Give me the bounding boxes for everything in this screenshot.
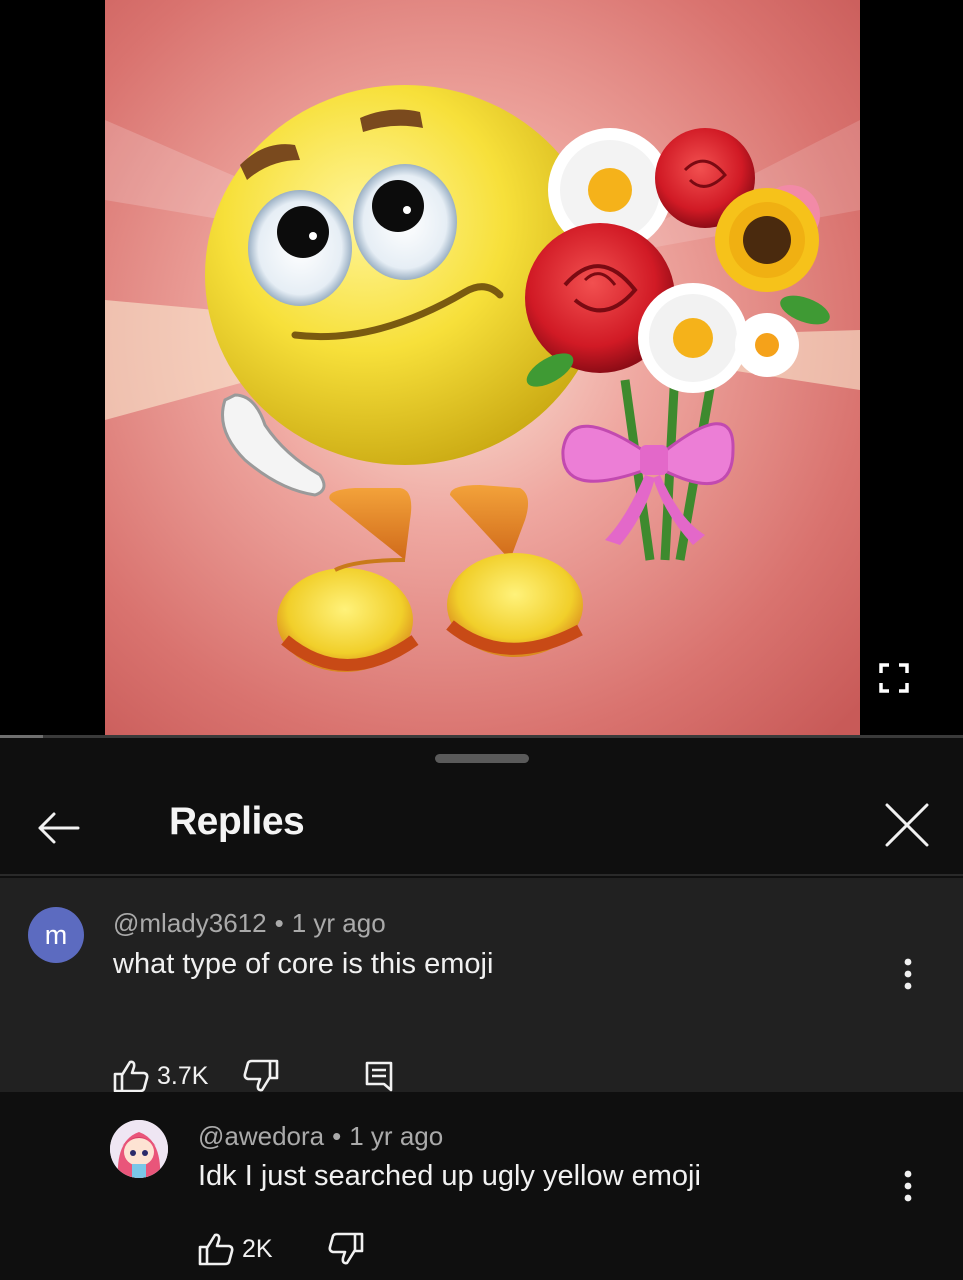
thumbs-down-icon — [328, 1232, 364, 1265]
comment-author[interactable]: @mlady3612 — [113, 908, 267, 938]
meta-separator: • — [332, 1121, 342, 1151]
sheet-title: Replies — [169, 800, 305, 843]
close-button[interactable] — [876, 794, 938, 856]
avatar[interactable] — [110, 1120, 168, 1178]
thumbs-up-icon — [113, 1060, 149, 1093]
comment-time: 1 yr ago — [291, 908, 386, 938]
reply-time: 1 yr ago — [349, 1121, 444, 1151]
reply-text: Idk I just searched up ugly yellow emoji — [198, 1160, 701, 1192]
reply-comment: @awedora • 1 yr ago Idk I just searched up… — [0, 1092, 963, 1280]
dislike-button[interactable] — [243, 1059, 279, 1093]
comment-more-button[interactable] — [888, 944, 928, 1004]
back-button[interactable] — [28, 798, 88, 858]
video-player[interactable] — [0, 0, 963, 738]
anime-avatar-image — [110, 1120, 168, 1178]
reply-more-button[interactable] — [888, 1156, 928, 1216]
comment-meta: @mlady3612 • 1 yr ago — [113, 908, 386, 939]
close-icon — [885, 803, 929, 847]
meta-separator: • — [274, 908, 284, 938]
comment-text: what type of core is this emoji — [113, 948, 494, 980]
more-vert-icon — [904, 1170, 912, 1202]
drag-handle[interactable] — [435, 754, 529, 763]
arrow-left-icon — [38, 812, 80, 844]
thumbs-down-icon — [243, 1059, 279, 1092]
sheet-header: Replies — [0, 778, 963, 876]
like-count: 2K — [242, 1234, 273, 1263]
like-count: 3.7K — [157, 1061, 209, 1090]
replies-sheet: Replies m @mlady3612 • 1 yr ago what type … — [0, 738, 963, 1280]
reply-icon — [365, 1061, 393, 1092]
like-button[interactable]: 2K — [198, 1232, 273, 1266]
dislike-button[interactable] — [328, 1232, 364, 1266]
like-button[interactable]: 3.7K — [113, 1059, 208, 1093]
emoji-flowers-image — [105, 0, 860, 737]
avatar[interactable]: m — [28, 907, 84, 963]
more-vert-icon — [904, 958, 912, 990]
fullscreen-button[interactable] — [872, 656, 916, 700]
fullscreen-icon — [879, 663, 909, 693]
parent-comment: m @mlady3612 • 1 yr ago what type of core … — [0, 878, 963, 1093]
thumbs-up-icon — [198, 1233, 234, 1266]
video-frame — [105, 0, 860, 737]
reply-meta: @awedora • 1 yr ago — [198, 1121, 443, 1152]
reply-author[interactable]: @awedora — [198, 1121, 324, 1151]
reply-button[interactable] — [364, 1060, 394, 1092]
